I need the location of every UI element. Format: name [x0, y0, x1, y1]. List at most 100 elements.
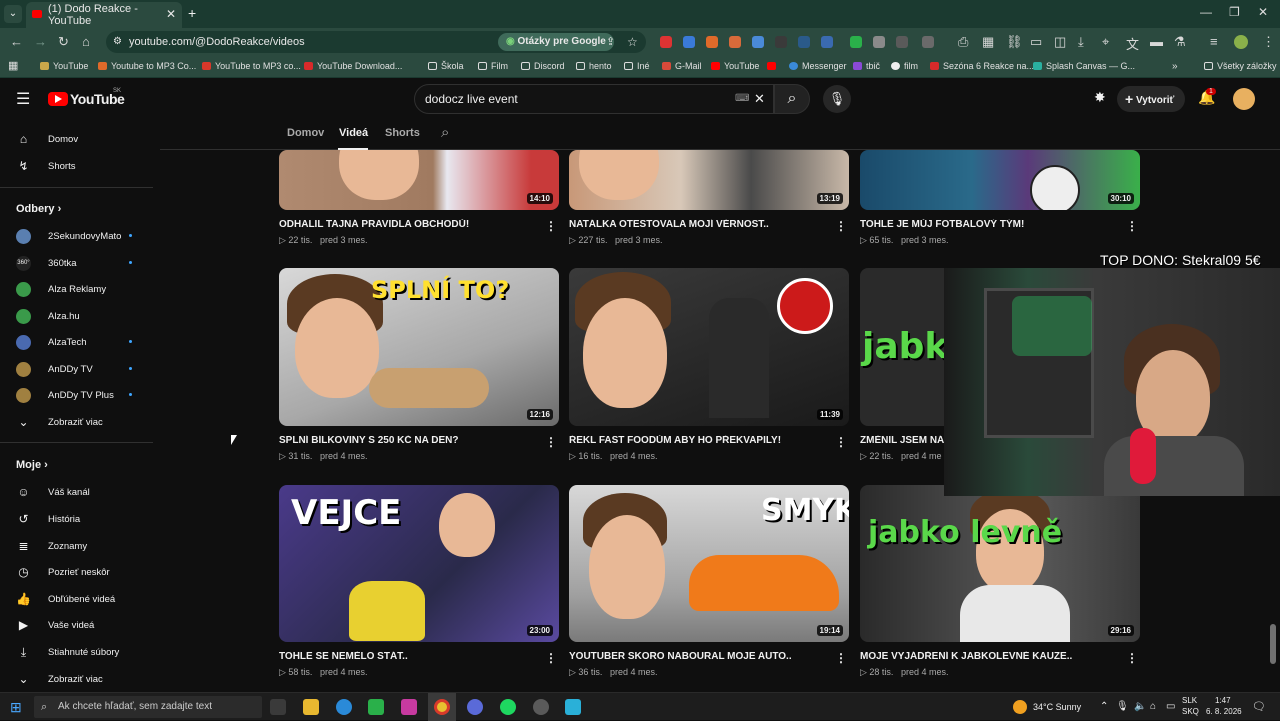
language-top[interactable]: SLK	[1182, 696, 1197, 705]
instagram-icon[interactable]	[401, 699, 417, 715]
clock-date[interactable]: 6. 8. 2026	[1206, 707, 1242, 716]
sidebar-item-history[interactable]: ↺ História	[16, 512, 80, 527]
video-thumbnail[interactable]: 14:10	[279, 150, 559, 210]
weather-sun-icon[interactable]	[1013, 700, 1027, 714]
reading-list-icon[interactable]: ≡	[1210, 34, 1218, 49]
sidebar-item-home[interactable]: ⌂ Domov	[16, 132, 78, 147]
forward-icon[interactable]: →	[34, 34, 47, 49]
video-thumbnail[interactable]: 13:19	[569, 150, 849, 210]
subscription-item[interactable]: 360° 360tka	[16, 256, 132, 271]
home-icon[interactable]: ⌂	[82, 34, 90, 49]
tray-network-icon[interactable]: ⌂	[1150, 701, 1156, 712]
new-tab-button[interactable]: +	[188, 5, 196, 21]
sidebar-item-downloads[interactable]: ⤓ Stiahnuté súbory	[16, 645, 119, 660]
bookmark-item[interactable]: YouTube to MP3 co...	[202, 61, 301, 71]
youtube-logo-icon[interactable]	[48, 92, 68, 106]
clear-search-icon[interactable]: ✕	[754, 85, 765, 113]
bookmark-item[interactable]	[767, 61, 780, 71]
extension-icon[interactable]	[775, 36, 787, 48]
show-more-subscriptions[interactable]: ⌄ Zobraziť viac	[16, 415, 102, 430]
notification-center-icon[interactable]: 🗨	[1252, 700, 1266, 713]
more-bookmarks-icon[interactable]: »	[1172, 61, 1178, 72]
site-info-icon[interactable]: ⚙	[113, 31, 122, 53]
sidebar-item-playlists[interactable]: ≣ Zoznamy	[16, 539, 87, 554]
tray-chevron-icon[interactable]: ⌃	[1100, 701, 1108, 712]
extension-icon[interactable]	[683, 36, 695, 48]
channel-search-icon[interactable]: ⌕	[441, 124, 449, 141]
bookmark-folder[interactable]: hento	[576, 61, 612, 71]
extensions-puzzle-icon[interactable]	[922, 36, 934, 48]
video-menu-icon[interactable]: ⋮	[545, 219, 557, 233]
search-button[interactable]: ⌕	[774, 84, 810, 114]
page-scrollbar[interactable]	[1270, 624, 1276, 664]
cast-icon[interactable]: ✸	[1094, 89, 1106, 106]
extension-icon[interactable]	[752, 36, 764, 48]
tab-videos[interactable]: Videá	[339, 127, 368, 139]
subscription-item[interactable]: AlzaTech	[16, 335, 132, 350]
link-icon[interactable]: ⛓	[1006, 34, 1023, 50]
taskbar-search-input[interactable]: ⌕ Ak chcete hľadať, sem zadajte text	[34, 696, 262, 718]
bookmark-item[interactable]: YouTube Download...	[304, 61, 402, 71]
video-title[interactable]: TOHLE SE NEMĚLO STÁT..	[279, 651, 549, 662]
keyboard-icon[interactable]: ⌨	[735, 85, 749, 113]
tray-volume-icon[interactable]: 🔈	[1134, 701, 1146, 712]
subscription-item[interactable]: Alza.hu	[16, 309, 80, 324]
extension-icon[interactable]	[798, 36, 810, 48]
print-icon[interactable]: ⎙	[958, 34, 968, 50]
all-bookmarks-folder[interactable]: Všetky záložky	[1204, 61, 1277, 71]
voice-search-button[interactable]: 🎙	[823, 85, 851, 113]
download-icon[interactable]: ⤓	[1078, 34, 1084, 50]
close-window-button[interactable]: ✕	[1258, 5, 1268, 19]
video-thumbnail[interactable]: 11:39	[569, 268, 849, 426]
apps-icon[interactable]: ▦	[982, 34, 994, 50]
video-title[interactable]: MOJE VYJÁDŘENÍ K JABKOLEVNĚ KAUZE..	[860, 651, 1130, 662]
you-section-header[interactable]: Moje ›	[16, 459, 48, 471]
location-icon[interactable]: ⌖	[1102, 34, 1109, 50]
onedrive-icon[interactable]	[336, 699, 352, 715]
video-title[interactable]: YOUTUBER SKORO NABOURAL MOJE AUTO..	[569, 651, 839, 662]
video-menu-icon[interactable]: ⋮	[545, 651, 557, 665]
video-title[interactable]: NATÁLKA OTESTOVALA MOJÍ VĚRNOST..	[569, 219, 839, 230]
sidebar-item-your-channel[interactable]: ☺ Váš kanál	[16, 485, 89, 500]
sidebar-item-your-videos[interactable]: ▶ Vaše videá	[16, 618, 94, 633]
video-menu-icon[interactable]: ⋮	[1126, 651, 1138, 665]
video-title[interactable]: ZMĚNIL JSEM NÁ	[860, 435, 944, 446]
chrome-icon[interactable]	[434, 699, 450, 715]
minimize-button[interactable]: —	[1200, 5, 1212, 19]
browser-menu-icon[interactable]: ⋮	[1262, 34, 1275, 50]
extension-icon[interactable]	[896, 36, 908, 48]
bookmark-folder[interactable]: Iné	[624, 61, 650, 71]
bookmark-item[interactable]: Splash Canvas — G...	[1033, 61, 1135, 71]
video-thumbnail[interactable]: 30:10	[860, 150, 1140, 210]
profile-avatar-icon[interactable]	[1234, 35, 1248, 49]
whatsapp-icon[interactable]	[368, 699, 384, 715]
translate-icon[interactable]: 文	[1126, 34, 1139, 53]
back-icon[interactable]: ←	[10, 34, 23, 49]
hamburger-menu-icon[interactable]: ☰	[16, 89, 30, 109]
restore-button[interactable]: ❐	[1229, 5, 1240, 19]
cast-icon[interactable]: ▭	[1030, 34, 1042, 50]
extension-icon[interactable]	[850, 36, 862, 48]
subscriptions-header[interactable]: Odbery ›	[16, 203, 61, 215]
tab-home[interactable]: Domov	[287, 127, 324, 139]
task-view-icon[interactable]	[270, 699, 286, 715]
card-icon[interactable]: ▬	[1150, 34, 1163, 49]
discord-icon[interactable]	[467, 699, 483, 715]
address-bar[interactable]: ⚙ youtube.com/@DodoReakce/videos ◉ Otázk…	[106, 31, 646, 53]
extension-icon[interactable]	[706, 36, 718, 48]
bookmark-item[interactable]: Messenger	[789, 61, 847, 71]
extension-icon[interactable]	[873, 36, 885, 48]
extension-icon[interactable]	[729, 36, 741, 48]
show-more-you[interactable]: ⌄ Zobraziť viac	[16, 672, 102, 687]
subscription-item[interactable]: 2SekundovyMato	[16, 229, 132, 244]
lab-icon[interactable]: ⚗	[1174, 34, 1186, 50]
bookmark-item[interactable]: Sezóna 6 Reakce na...	[930, 61, 1034, 71]
video-title[interactable]: ŘEKL FAST FOODŮM ABY HO PŘEKVAPILY!	[569, 435, 839, 446]
reload-icon[interactable]: ↻	[58, 34, 69, 50]
subscription-item[interactable]: Alza Reklamy	[16, 282, 106, 297]
install-icon[interactable]: ⇪	[606, 31, 615, 53]
bookmark-item[interactable]: G-Mail	[662, 61, 702, 71]
bookmark-item[interactable]: tbič	[853, 61, 880, 71]
weather-text[interactable]: 34°C Sunny	[1033, 702, 1081, 712]
clock-time[interactable]: 1:47	[1215, 696, 1231, 705]
